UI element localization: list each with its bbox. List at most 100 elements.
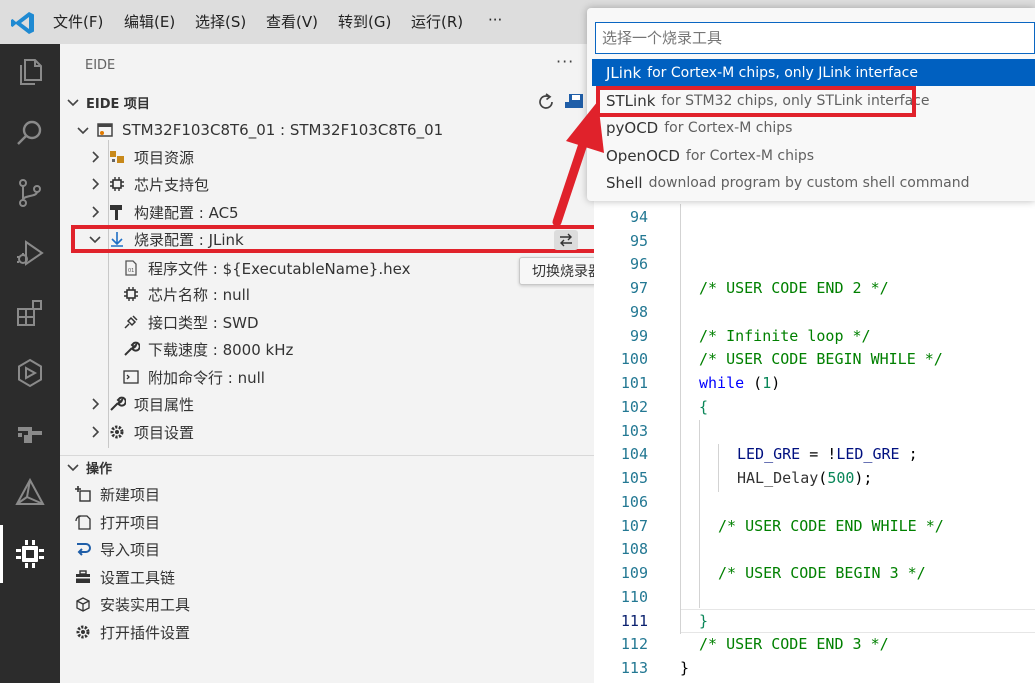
tree-build-config[interactable]: 构建配置 : AC5 [88,199,239,225]
menu-file[interactable]: 文件(F) [53,11,103,32]
tree-chip-pack[interactable]: 芯片支持包 [88,171,209,197]
chevron-down-icon [67,99,79,107]
op-new-project[interactable]: 新建项目 [74,481,160,507]
code-number: 500 [827,469,855,487]
code-brace: } [699,612,709,630]
code-brace: } [680,659,690,677]
line-number: 99 [629,327,648,345]
quick-pick-item-pyocd[interactable]: pyOCD for Cortex-M chips [592,114,1035,141]
code-comment: /* USER CODE BEGIN 3 */ [718,564,926,582]
install-tools-label: 安装实用工具 [100,595,191,614]
setup-toolchain-label: 设置工具链 [100,568,176,587]
interface-type-label: 接口类型 : SWD [148,313,259,332]
line-number: 109 [620,564,648,582]
tree-project-attrs[interactable]: 项目属性 [88,391,194,417]
line-number: 108 [620,540,648,558]
line-number: 105 [620,469,648,487]
source-control-icon[interactable] [14,177,46,209]
line-number: 110 [620,588,648,606]
menu-selection[interactable]: 选择(S) [195,11,246,32]
sidebar-more-button[interactable]: ··· [556,52,574,71]
code-function: HAL_Delay [737,469,819,487]
chip-icon [110,177,124,191]
save-workspace-icon[interactable] [565,92,587,112]
switch-arrows-icon [560,233,572,247]
extensions-icon[interactable] [14,297,46,329]
menu-go[interactable]: 转到(G) [338,11,391,32]
remote-icon[interactable] [14,357,46,389]
gear-icon [110,425,124,439]
quick-pick-item-desc: for Cortex-M chips [664,119,793,136]
line-number: 96 [629,255,648,273]
activity-bar [0,44,60,683]
code-punct: ); [854,469,873,487]
code-comment: /* USER CODE BEGIN WHILE */ [699,350,943,368]
line-number: 97 [629,279,648,297]
op-install-tools[interactable]: 安装实用工具 [74,591,190,617]
tree-project-root[interactable]: STM32F103C8T6_01 : STM32F103C8T6_01 [76,117,443,143]
run-debug-icon[interactable] [14,237,46,269]
git-graph-icon[interactable] [14,417,46,449]
section-divider [60,455,594,456]
code-delay-line: HAL_Delay(500); [737,469,872,487]
ops-section-title: 操作 [86,461,113,477]
code-keyword: while [699,374,745,392]
op-open-project[interactable]: 打开项目 [74,509,160,535]
gear-icon [76,625,90,639]
quick-pick-item-shell[interactable]: Shell download program by custom shell c… [592,169,1035,196]
menu-run[interactable]: 运行(R) [411,11,463,32]
line-number: 103 [620,422,648,440]
cmake-icon[interactable] [14,477,46,509]
tree-extra-cmdline[interactable]: 附加命令行 : null [122,364,265,390]
line-number-current: 111 [620,612,648,630]
search-icon[interactable] [14,117,46,149]
indent-guide [718,444,719,492]
refresh-icon[interactable] [536,92,556,112]
package-icon [76,597,90,612]
plugin-settings-label: 打开插件设置 [100,623,191,642]
project-resources-label: 项目资源 [134,148,195,167]
line-number: 102 [620,398,648,416]
chevron-right-icon [92,206,100,218]
project-attrs-label: 项目属性 [134,395,195,414]
code-brace: { [699,398,709,416]
indent-guide [680,204,681,634]
quick-pick-item-label: OpenOCD [606,146,680,165]
tree-project-settings[interactable]: 项目设置 [88,419,194,445]
code-punct: ; [899,445,918,463]
quick-pick-item-jlink[interactable]: JLink for Cortex-M chips, only JLink int… [592,59,1035,86]
indent-guide [699,420,700,608]
quick-pick-item-openocd[interactable]: OpenOCD for Cortex-M chips [592,142,1035,169]
stlink-highlight-box [596,86,916,117]
code-punct: ( [818,469,828,487]
ops-section-header[interactable]: 操作 [66,454,112,480]
code-punct: ( [744,374,763,392]
line-number: 107 [620,517,648,535]
tree-chip-name[interactable]: 芯片名称 : null [122,281,250,307]
chip-name-label: 芯片名称 : null [148,285,250,304]
switch-flasher-button[interactable] [554,230,578,250]
quick-pick-item-label: Shell [606,173,643,192]
eide-chip-icon[interactable] [14,538,46,570]
op-import-project[interactable]: 导入项目 [74,536,160,562]
menu-more[interactable]: ··· [488,11,502,29]
download-speed-label: 下载速度 : 8000 kHz [148,340,294,359]
line-number: 104 [620,445,648,463]
line-number: 98 [629,303,648,321]
menu-edit[interactable]: 编辑(E) [124,11,175,32]
line-number: 113 [620,659,648,677]
quick-pick-input[interactable] [595,22,1035,54]
tree-interface-type[interactable]: 接口类型 : SWD [122,309,259,335]
flash-config-highlight-box [71,225,600,253]
op-setup-toolchain[interactable]: 设置工具链 [74,564,175,590]
import-arrow-icon [77,543,91,556]
extra-cmdline-label: 附加命令行 : null [148,368,265,387]
tree-project-resources[interactable]: 项目资源 [88,144,194,170]
tree-download-speed[interactable]: 下载速度 : 8000 kHz [122,336,293,362]
menu-view[interactable]: 查看(V) [266,11,318,32]
tree-program-file[interactable]: 01 程序文件 : ${ExecutableName}.hex [122,255,410,281]
project-section-header[interactable]: EIDE 项目 [66,89,586,115]
explorer-icon[interactable] [14,56,46,88]
code-comment: /* USER CODE END 2 */ [699,279,889,297]
op-plugin-settings[interactable]: 打开插件设置 [74,619,190,645]
